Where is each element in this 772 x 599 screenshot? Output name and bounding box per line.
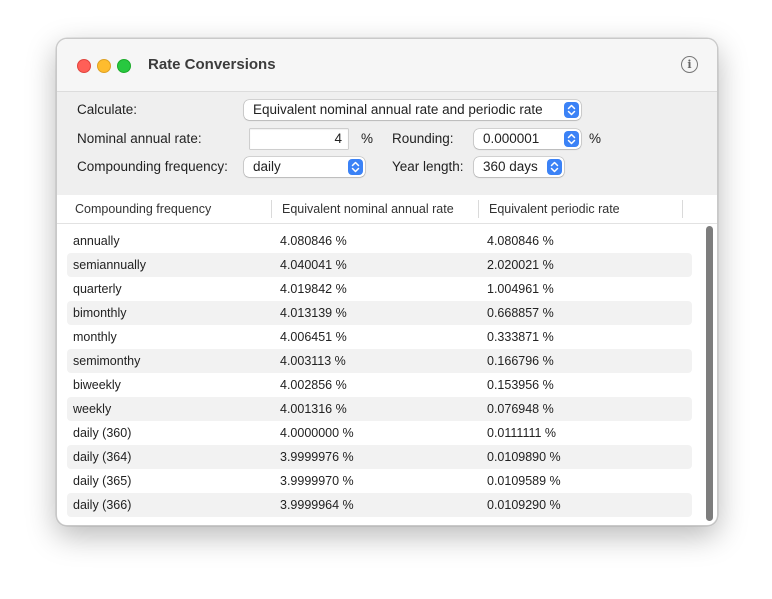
settings-form: Calculate: Equivalent nominal annual rat… — [57, 92, 717, 195]
cell-frequency: daily (366) — [73, 498, 132, 512]
rounding-popup-value: 0.000001 — [483, 131, 540, 146]
cell-periodic-rate: 0.0109890 % — [487, 450, 561, 464]
cell-frequency: daily (365) — [73, 474, 132, 488]
table-row[interactable]: quarterly 4.019842 % 1.004961 % — [67, 277, 692, 301]
window-title: Rate Conversions — [148, 56, 276, 73]
table-row[interactable]: semiannually 4.040041 % 2.020021 % — [67, 253, 692, 277]
table-row[interactable]: monthly 4.006451 % 0.333871 % — [67, 325, 692, 349]
chevron-updown-icon — [564, 131, 579, 147]
table-row[interactable]: annually 4.080846 % 4.080846 % — [67, 229, 692, 253]
cell-nominal-rate: 4.080846 % — [280, 234, 347, 248]
vertical-scrollbar[interactable] — [704, 226, 715, 522]
rate-conversions-window: Rate Conversions i Calculate: Equivalent… — [56, 38, 718, 526]
cell-frequency: annually — [73, 234, 120, 248]
nominal-rate-field[interactable]: 4 — [250, 129, 348, 149]
column-divider[interactable] — [682, 200, 683, 218]
chevron-updown-icon — [564, 102, 579, 118]
table-row[interactable]: daily (364) 3.9999976 % 0.0109890 % — [67, 445, 692, 469]
cell-periodic-rate: 0.166796 % — [487, 354, 554, 368]
rounding-popup[interactable]: 0.000001 — [474, 129, 581, 149]
cell-nominal-rate: 4.013139 % — [280, 306, 347, 320]
frequency-popup-value: daily — [253, 159, 281, 174]
column-divider[interactable] — [478, 200, 479, 218]
cell-periodic-rate: 0.668857 % — [487, 306, 554, 320]
column-header-frequency[interactable]: Compounding frequency — [75, 202, 211, 216]
cell-frequency: biweekly — [73, 378, 121, 392]
chevron-updown-icon — [348, 159, 363, 175]
table-row[interactable]: daily (360) 4.0000000 % 0.0111111 % — [67, 421, 692, 445]
cell-nominal-rate: 4.006451 % — [280, 330, 347, 344]
results-table: annually 4.080846 % 4.080846 % semiannually… — [67, 229, 692, 517]
table-row[interactable]: semimonthy 4.003113 % 0.166796 % — [67, 349, 692, 373]
cell-nominal-rate: 4.001316 % — [280, 402, 347, 416]
cell-frequency: weekly — [73, 402, 112, 416]
cell-periodic-rate: 1.004961 % — [487, 282, 554, 296]
year-length-popup[interactable]: 360 days — [474, 157, 564, 177]
cell-periodic-rate: 2.020021 % — [487, 258, 554, 272]
chevron-updown-icon — [547, 159, 562, 175]
rounding-unit: % — [589, 131, 602, 146]
cell-periodic-rate: 0.333871 % — [487, 330, 554, 344]
cell-periodic-rate: 0.0109290 % — [487, 498, 561, 512]
cell-nominal-rate: 3.9999976 % — [280, 450, 354, 464]
scrollbar-thumb[interactable] — [706, 226, 713, 521]
close-button[interactable] — [77, 59, 91, 73]
cell-nominal-rate: 4.0000000 % — [280, 426, 354, 440]
table-row[interactable]: bimonthly 4.013139 % 0.668857 % — [67, 301, 692, 325]
frequency-label: Compounding frequency: — [77, 159, 228, 174]
year-length-popup-value: 360 days — [483, 159, 538, 174]
cell-periodic-rate: 0.0109589 % — [487, 474, 561, 488]
table-row[interactable]: weekly 4.001316 % 0.076948 % — [67, 397, 692, 421]
table-row[interactable]: daily (366) 3.9999964 % 0.0109290 % — [67, 493, 692, 517]
frequency-popup[interactable]: daily — [244, 157, 365, 177]
nominal-rate-label: Nominal annual rate: — [77, 131, 202, 146]
cell-nominal-rate: 4.019842 % — [280, 282, 347, 296]
cell-frequency: monthly — [73, 330, 117, 344]
cell-frequency: daily (364) — [73, 450, 132, 464]
cell-frequency: quarterly — [73, 282, 122, 296]
cell-periodic-rate: 0.0111111 % — [487, 426, 557, 440]
calculate-popup-value: Equivalent nominal annual rate and perio… — [253, 102, 543, 117]
cell-frequency: daily (360) — [73, 426, 132, 440]
column-divider[interactable] — [271, 200, 272, 218]
year-length-label: Year length: — [392, 159, 464, 174]
calculate-popup[interactable]: Equivalent nominal annual rate and perio… — [244, 100, 581, 120]
table-row[interactable]: biweekly 4.002856 % 0.153956 % — [67, 373, 692, 397]
minimize-button[interactable] — [97, 59, 111, 73]
cell-periodic-rate: 0.076948 % — [487, 402, 554, 416]
table-header: Compounding frequency Equivalent nominal… — [57, 195, 717, 224]
cell-nominal-rate: 4.002856 % — [280, 378, 347, 392]
cell-nominal-rate: 3.9999964 % — [280, 498, 354, 512]
cell-nominal-rate: 4.040041 % — [280, 258, 347, 272]
table-row[interactable]: daily (365) 3.9999970 % 0.0109589 % — [67, 469, 692, 493]
cell-nominal-rate: 3.9999970 % — [280, 474, 354, 488]
cell-periodic-rate: 0.153956 % — [487, 378, 554, 392]
cell-frequency: semimonthy — [73, 354, 141, 368]
column-header-nominal-rate[interactable]: Equivalent nominal annual rate — [282, 202, 454, 216]
nominal-rate-unit: % — [361, 131, 374, 146]
cell-periodic-rate: 4.080846 % — [487, 234, 554, 248]
cell-nominal-rate: 4.003113 % — [280, 354, 346, 368]
calculate-label: Calculate: — [77, 102, 138, 117]
cell-frequency: bimonthly — [73, 306, 127, 320]
info-icon[interactable]: i — [681, 56, 698, 73]
cell-frequency: semiannually — [73, 258, 146, 272]
column-header-periodic-rate[interactable]: Equivalent periodic rate — [489, 202, 620, 216]
rounding-label: Rounding: — [392, 131, 454, 146]
title-bar[interactable]: Rate Conversions i — [57, 39, 717, 92]
zoom-button[interactable] — [117, 59, 131, 73]
